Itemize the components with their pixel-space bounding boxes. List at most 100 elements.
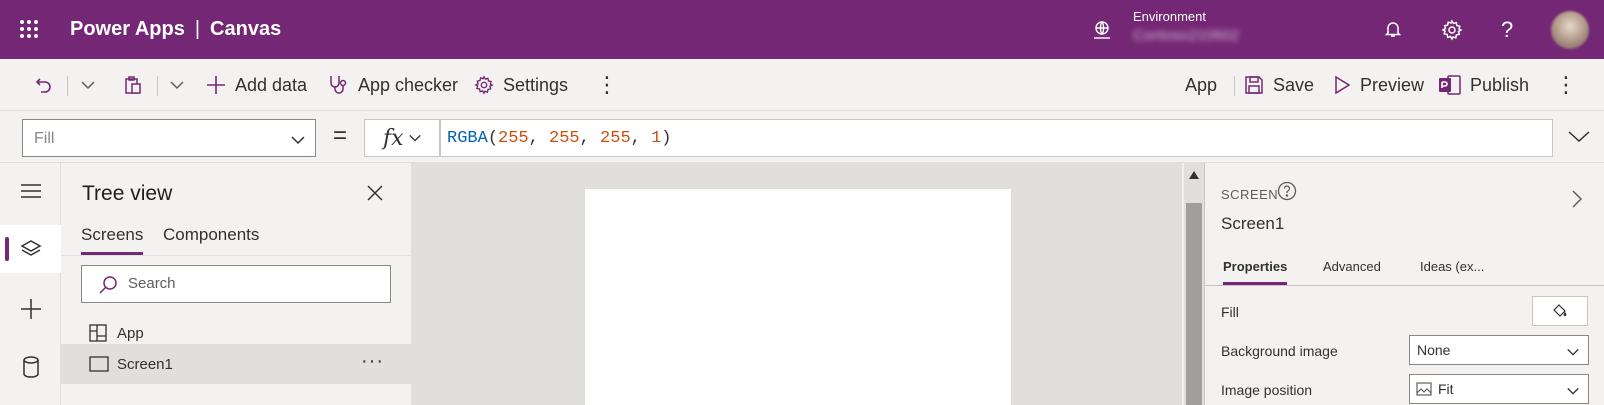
scroll-up-icon[interactable] (1189, 171, 1199, 179)
gear-icon (474, 75, 494, 95)
environment-label: Environment (1133, 9, 1206, 24)
database-icon (22, 356, 40, 378)
settings-label: Settings (503, 74, 569, 95)
image-position-value: Fit (1438, 381, 1454, 397)
brand-title[interactable]: Power Apps | Canvas (70, 18, 281, 41)
properties-panel: SCREEN Screen1 Properties Advanced Ideas… (1204, 163, 1604, 405)
tree-view-title: Tree view (82, 182, 173, 205)
image-position-dropdown[interactable]: Fit (1409, 374, 1589, 404)
bell-icon[interactable] (1383, 19, 1403, 39)
publish-icon (1439, 75, 1461, 95)
insert-button[interactable] (0, 285, 61, 333)
data-button[interactable] (0, 343, 61, 391)
publish-label: Publish (1470, 74, 1530, 95)
plus-icon (20, 298, 42, 320)
tree-view-button[interactable] (0, 225, 61, 273)
screen-artboard[interactable] (585, 189, 1011, 405)
app-header: Power Apps | Canvas Environment Contoso210… (0, 0, 1604, 59)
expand-formula-icon[interactable] (1568, 128, 1590, 144)
function-button[interactable]: fx (364, 119, 440, 157)
canvas-scrollbar[interactable] (1184, 163, 1204, 405)
control-name[interactable]: Screen1 (1221, 214, 1284, 234)
formula-arg-green: 255 (549, 129, 580, 148)
app-checker-label: App checker (358, 74, 459, 95)
divider (1234, 76, 1235, 96)
avatar[interactable] (1551, 11, 1589, 49)
plus-icon (206, 75, 226, 95)
equals-sign: = (333, 122, 348, 149)
left-rail (0, 163, 61, 405)
save-icon (1244, 75, 1264, 95)
background-image-dropdown[interactable]: None (1409, 335, 1589, 365)
chevron-down-icon (1566, 384, 1580, 398)
search-input[interactable]: Search (81, 265, 391, 303)
screen-icon (89, 356, 109, 372)
tab-components[interactable]: Components (163, 225, 259, 251)
tab-ideas[interactable]: Ideas (ex... (1420, 259, 1484, 281)
background-image-label: Background image (1221, 343, 1338, 359)
paste-menu-button[interactable] (169, 59, 185, 111)
publish-button[interactable]: Publish (1439, 59, 1529, 111)
environment-icon[interactable] (1092, 20, 1112, 40)
formula-arg-alpha: 1 (651, 129, 662, 148)
formula-function: RGBA (447, 129, 488, 148)
tab-advanced[interactable]: Advanced (1323, 259, 1381, 281)
canvas-area (412, 163, 1182, 405)
undo-button[interactable] (34, 59, 54, 111)
tree-item-screen1[interactable]: Screen1 ··· (61, 344, 412, 384)
app-icon (89, 324, 107, 342)
settings-button[interactable]: Settings (474, 59, 568, 111)
undo-icon (34, 75, 54, 95)
tree-item-label: Screen1 (117, 355, 173, 373)
divider (61, 255, 412, 256)
save-button[interactable]: Save (1244, 59, 1314, 111)
search-placeholder: Search (128, 275, 176, 292)
image-icon (1416, 382, 1432, 396)
waffle-icon[interactable] (19, 19, 39, 39)
tree-view-panel: Tree view Screens Components Search App … (61, 163, 412, 405)
tree-item-label: App (117, 324, 144, 342)
app-checker-button[interactable]: App checker (327, 59, 458, 111)
divider (157, 76, 158, 96)
stethoscope-icon (327, 74, 349, 96)
play-icon (1333, 75, 1351, 95)
app-label: App (1185, 74, 1218, 95)
formula-input[interactable]: RGBA(255, 255, 255, 1) (440, 119, 1553, 157)
tab-properties[interactable]: Properties (1223, 259, 1288, 285)
image-position-label: Image position (1221, 382, 1313, 398)
paste-button[interactable] (123, 59, 143, 111)
property-dropdown[interactable]: Fill (22, 119, 316, 157)
more-actions-button[interactable]: ⋮ (1555, 59, 1577, 111)
add-data-button[interactable]: Add data (206, 59, 307, 111)
layers-icon (19, 239, 42, 259)
help-icon[interactable] (1277, 181, 1297, 201)
chevron-down-icon (80, 77, 96, 93)
chevron-right-icon[interactable] (1571, 189, 1583, 209)
app-name: Power Apps (70, 18, 185, 40)
tab-screens[interactable]: Screens (81, 225, 144, 255)
undo-menu-button[interactable] (80, 59, 96, 111)
more-options-button[interactable]: ··· (361, 350, 384, 373)
preview-button[interactable]: Preview (1333, 59, 1424, 111)
divider (67, 76, 68, 96)
scrollbar-thumb[interactable] (1186, 203, 1202, 405)
clipboard-icon (123, 75, 143, 95)
close-icon[interactable] (367, 185, 383, 201)
formula-bar: Fill = fx RGBA(255, 255, 255, 1) (0, 111, 1604, 163)
help-icon[interactable]: ? (1501, 17, 1513, 43)
app-button[interactable]: App (1185, 59, 1217, 111)
more-commands-button[interactable]: ⋮ (596, 59, 618, 111)
gear-icon[interactable] (1441, 19, 1463, 41)
menu-button[interactable] (0, 167, 61, 215)
chevron-down-icon (1566, 345, 1580, 359)
formula-arg-red: 255 (498, 129, 529, 148)
preview-label: Preview (1360, 74, 1425, 95)
background-image-value: None (1417, 342, 1451, 358)
divider (1205, 285, 1604, 286)
environment-name[interactable]: Contoso210602 (1133, 27, 1239, 44)
chevron-down-icon (169, 77, 185, 93)
search-icon (98, 275, 118, 295)
formula-arg-blue: 255 (600, 129, 631, 148)
fill-color-picker[interactable] (1532, 296, 1588, 326)
brand-separator: | (194, 18, 201, 40)
